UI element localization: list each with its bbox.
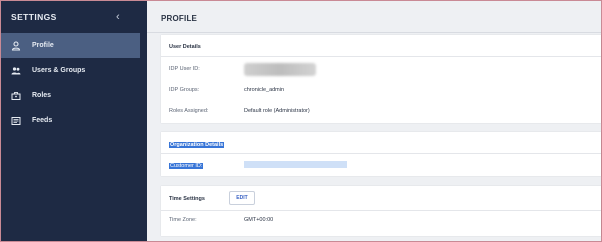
sidebar-header: SETTINGS xyxy=(1,1,147,33)
time-settings-card: Time Settings EDIT Time Zone: GMT+00:00 xyxy=(161,186,601,236)
sidebar-item-label: Roles xyxy=(32,92,52,99)
time-zone-label: Time Zone: xyxy=(169,217,197,223)
idp-user-id-label: IDP User ID: xyxy=(169,66,200,72)
user-details-heading: User Details xyxy=(169,44,201,50)
users-icon xyxy=(11,66,21,76)
idp-groups-label: IDP Groups: xyxy=(169,87,200,93)
sidebar-item-label: Feeds xyxy=(32,117,53,124)
org-details-heading: Organization Details xyxy=(169,142,225,148)
sidebar-item-profile[interactable]: Profile xyxy=(1,33,140,58)
org-details-card: Organization Details Customer ID: xyxy=(161,132,601,176)
sidebar-item-label: Profile xyxy=(32,42,54,49)
divider xyxy=(161,210,601,211)
main-content: PROFILE User Details IDP User ID: IDP Gr… xyxy=(147,1,601,241)
chevron-left-icon[interactable]: ‹ xyxy=(116,11,120,23)
header-divider xyxy=(147,32,601,33)
customer-id-label: Customer ID: xyxy=(169,163,204,169)
user-details-card: User Details IDP User ID: IDP Groups: ch… xyxy=(161,35,601,123)
customer-id-value-redacted xyxy=(244,161,347,168)
divider xyxy=(161,56,601,57)
customer-id-label-text: Customer ID: xyxy=(169,163,204,169)
divider xyxy=(161,153,601,154)
org-details-heading-text: Organization Details xyxy=(169,142,225,148)
sidebar-item-label: Users & Groups xyxy=(32,67,86,74)
settings-sidebar: SETTINGS ‹ Profile Users & Groups Roles … xyxy=(1,1,147,241)
idp-groups-value: chronicle_admin xyxy=(244,87,285,93)
sidebar-item-users-groups[interactable]: Users & Groups xyxy=(1,58,147,83)
time-settings-heading: Time Settings xyxy=(169,196,205,202)
roles-assigned-label: Roles Assigned: xyxy=(169,108,209,114)
edit-button[interactable]: EDIT xyxy=(229,191,255,205)
user-icon xyxy=(11,40,21,51)
briefcase-icon xyxy=(11,91,21,101)
sidebar-item-feeds[interactable]: Feeds xyxy=(1,108,147,133)
sidebar-item-roles[interactable]: Roles xyxy=(1,83,147,108)
roles-assigned-value: Default role (Administrator) xyxy=(244,108,310,114)
time-zone-value: GMT+00:00 xyxy=(244,217,274,223)
feed-icon xyxy=(11,116,21,126)
idp-user-id-value-redacted xyxy=(244,63,316,76)
page-title: PROFILE xyxy=(161,14,198,23)
sidebar-title: SETTINGS xyxy=(11,12,57,22)
